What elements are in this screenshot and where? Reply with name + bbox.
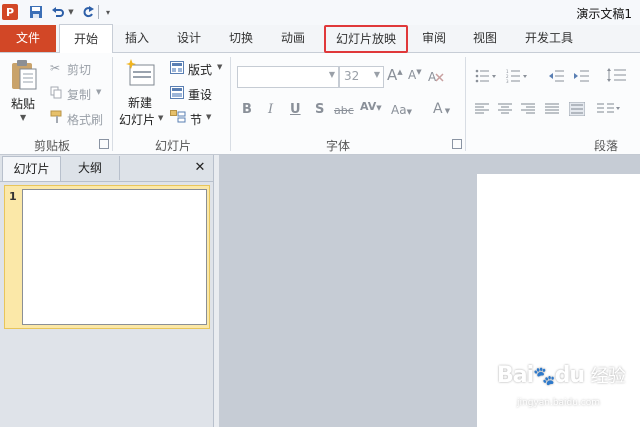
shrink-font-button[interactable]: A▼: [408, 68, 422, 82]
tab-developer[interactable]: 开发工具: [516, 25, 582, 52]
tab-review[interactable]: 审阅: [412, 25, 456, 52]
font-color-button[interactable]: A ▼: [433, 101, 450, 117]
tab-insert[interactable]: 插入: [115, 25, 159, 52]
redo-icon[interactable]: [80, 3, 96, 21]
tab-outline-pane[interactable]: 大纲: [61, 156, 120, 180]
save-icon[interactable]: [28, 3, 44, 21]
clear-formatting-icon[interactable]: A: [428, 68, 444, 87]
new-slide-icon[interactable]: [126, 59, 156, 90]
powerpoint-logo-icon[interactable]: P: [2, 4, 18, 20]
baidu-watermark: Bai🐾du 经验: [497, 363, 626, 388]
tab-design[interactable]: 设计: [167, 25, 211, 52]
paragraph-group-label: 段落: [593, 139, 618, 153]
strikethrough-button[interactable]: abc: [334, 104, 354, 117]
undo-dropdown-icon[interactable]: ▼: [67, 3, 75, 21]
tab-file[interactable]: 文件: [0, 25, 56, 52]
paste-dropdown-icon[interactable]: ▼: [20, 113, 26, 122]
font-group-label: 字体: [325, 139, 350, 153]
cut-icon[interactable]: ✂: [50, 61, 60, 75]
increase-indent-icon[interactable]: [574, 69, 590, 86]
ribbon-home: 粘贴 ▼ ✂ 剪切 复制 ▼ 格式刷 剪贴板 新建 幻灯片 ▼ 版式 ▼ 重设 …: [0, 53, 640, 155]
watermark-url: jingyan.baidu.com: [517, 398, 601, 408]
font-size-combo[interactable]: 32 ▼: [339, 66, 384, 88]
font-name-combo[interactable]: ▼: [237, 66, 339, 88]
tab-home[interactable]: 开始: [59, 24, 113, 53]
font-launcher-icon[interactable]: [452, 139, 462, 149]
new-slide-label-2[interactable]: 幻灯片: [119, 111, 155, 128]
align-left-icon[interactable]: [475, 103, 489, 118]
paste-label[interactable]: 粘贴: [11, 95, 35, 112]
document-title: 演示文稿1: [576, 7, 632, 21]
copy-label[interactable]: 复制: [67, 86, 91, 103]
paw-icon: 🐾: [533, 366, 555, 387]
group-divider: [230, 57, 231, 151]
slides-group-label: 幻灯片: [154, 139, 191, 153]
cut-label[interactable]: 剪切: [67, 61, 91, 78]
undo-icon[interactable]: [50, 3, 66, 21]
format-painter-icon[interactable]: [50, 110, 64, 127]
group-divider: [465, 57, 466, 151]
columns-icon[interactable]: [597, 102, 621, 119]
shadow-button[interactable]: S: [315, 102, 324, 117]
qat-separator: [98, 5, 99, 19]
reset-icon[interactable]: [170, 86, 184, 102]
title-bar: P ▼ ▾ 演示文稿1: [0, 0, 640, 26]
align-center-icon[interactable]: [498, 103, 512, 118]
align-right-icon[interactable]: [521, 103, 535, 118]
distributed-icon[interactable]: [568, 101, 586, 119]
ribbon-tab-bar: 文件 开始 插入 设计 切换 动画 幻灯片放映 审阅 视图 开发工具: [0, 24, 640, 53]
layout-icon[interactable]: [170, 61, 184, 77]
slide-number: 1: [9, 190, 17, 203]
justify-icon[interactable]: [545, 103, 559, 118]
slide-thumbnail[interactable]: [22, 189, 207, 325]
clipboard-launcher-icon[interactable]: [99, 139, 109, 149]
pane-tab-bar: 幻灯片 大纲 ✕: [0, 156, 213, 182]
underline-button[interactable]: U: [290, 102, 301, 117]
tab-slides-pane[interactable]: 幻灯片: [2, 156, 61, 181]
italic-button[interactable]: I: [268, 102, 273, 117]
new-slide-dropdown-icon[interactable]: ▼: [158, 114, 163, 122]
tab-transitions[interactable]: 切换: [219, 25, 263, 52]
tab-slideshow[interactable]: 幻灯片放映: [324, 25, 408, 53]
customize-qat-icon[interactable]: ▾: [103, 3, 113, 21]
line-spacing-icon[interactable]: [606, 67, 630, 86]
section-label[interactable]: 节: [190, 111, 202, 128]
svg-text:3: 3: [506, 79, 509, 83]
layout-label[interactable]: 版式: [188, 61, 212, 78]
close-pane-icon[interactable]: ✕: [192, 156, 208, 180]
numbering-icon[interactable]: 123: [506, 69, 530, 86]
bullets-icon[interactable]: [475, 69, 499, 86]
char-spacing-button[interactable]: AV▼: [360, 100, 382, 113]
slide-canvas[interactable]: [477, 174, 640, 427]
format-painter-label[interactable]: 格式刷: [67, 111, 103, 128]
section-dropdown-icon[interactable]: ▼: [206, 113, 211, 121]
tab-view[interactable]: 视图: [463, 25, 507, 52]
copy-dropdown-icon[interactable]: ▼: [96, 88, 101, 96]
bold-button[interactable]: B: [242, 102, 252, 117]
copy-icon[interactable]: [50, 86, 63, 102]
font-name-dropdown-icon[interactable]: ▼: [329, 70, 335, 79]
paste-icon[interactable]: [10, 59, 38, 94]
grow-font-button[interactable]: A▲: [387, 66, 403, 84]
decrease-indent-icon[interactable]: [549, 69, 565, 86]
font-size-dropdown-icon[interactable]: ▼: [374, 70, 380, 79]
layout-dropdown-icon[interactable]: ▼: [217, 63, 222, 71]
new-slide-label-1[interactable]: 新建: [128, 94, 152, 111]
reset-label[interactable]: 重设: [188, 86, 212, 103]
svg-text:A: A: [428, 70, 437, 84]
section-icon[interactable]: [170, 110, 186, 126]
clipboard-group-label: 剪贴板: [33, 139, 70, 153]
group-divider: [112, 57, 113, 151]
change-case-button[interactable]: Aa▼: [391, 103, 412, 117]
tab-animations[interactable]: 动画: [271, 25, 315, 52]
